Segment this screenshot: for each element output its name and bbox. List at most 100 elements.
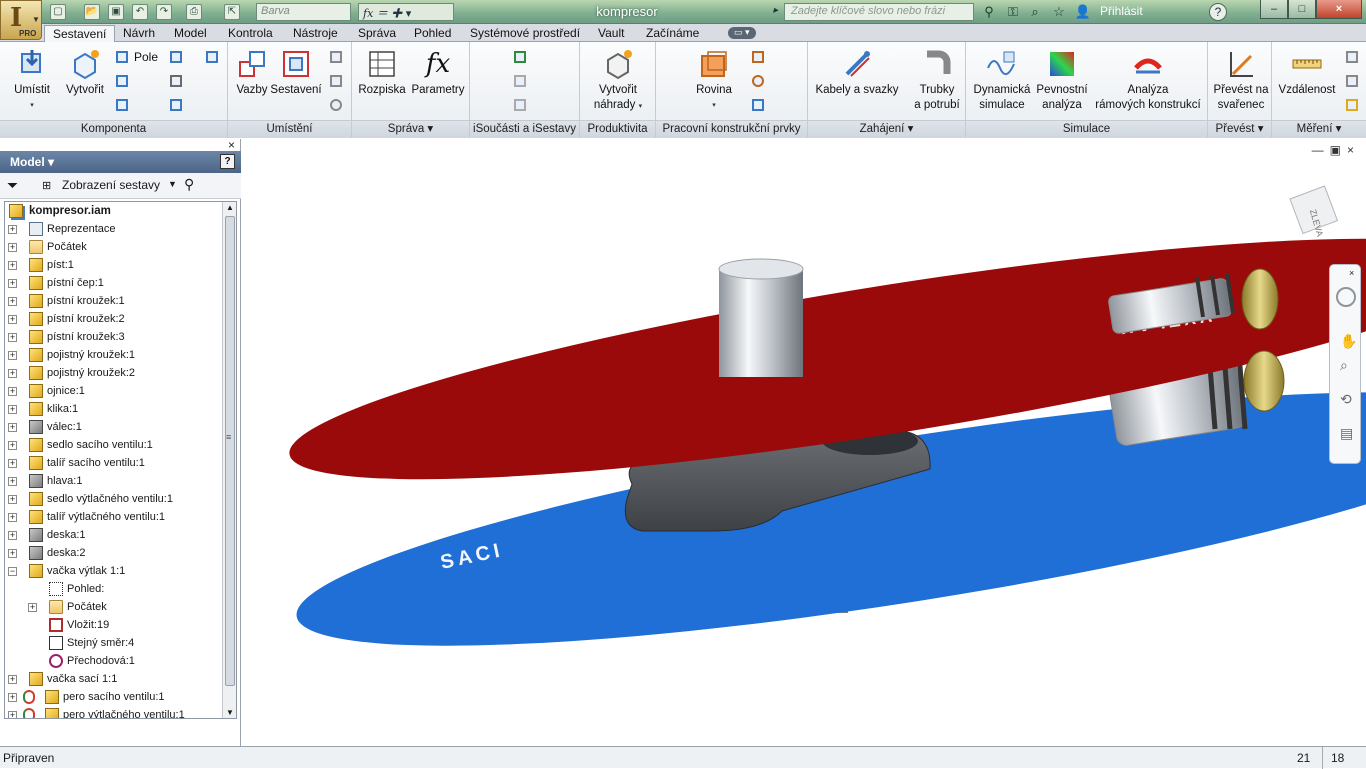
ucs-icon[interactable] [748,96,768,114]
convert-weldment-button[interactable]: Převést na svařenec [1210,48,1272,113]
frame-analysis-button[interactable]: Analýza rámových konstrukcí [1090,48,1206,113]
dynamic-simulation-button[interactable]: Dynamická simulace [970,48,1034,113]
panel-label-mereni[interactable]: Měření ▾ [1272,120,1366,138]
appearance-dropdown[interactable]: Barva [256,3,351,21]
maximize-button[interactable]: □ [1288,0,1316,19]
constrain-button[interactable]: Vazby [232,48,272,98]
scroll-down-icon[interactable]: ▼ [226,708,234,717]
tab-zaciname[interactable]: Začínáme [644,25,701,42]
parameters-button[interactable]: fx Parametry [408,48,468,98]
expand-icon[interactable]: + [8,333,17,342]
panel-label-zahajeni[interactable]: Zahájení ▾ [808,120,965,138]
tab-vault[interactable]: Vault [596,25,626,42]
expand-icon[interactable]: + [8,243,17,252]
ribbon-options-icon[interactable]: ▭ ▾ [728,27,756,39]
close-button[interactable]: × [1316,0,1362,19]
key-icon[interactable]: ⚿ [1004,3,1022,21]
expand-icon[interactable]: + [8,711,17,718]
expand-icon[interactable]: + [8,495,17,504]
open-icon[interactable]: 📂 [84,4,100,20]
expand-icon[interactable]: + [8,693,17,702]
panel-label-prevest[interactable]: Převést ▾ [1208,120,1271,138]
expand-icon[interactable]: + [8,513,17,522]
tab-nastroje[interactable]: Nástroje [291,25,340,42]
graphics-window[interactable]: —▣× SACI VYTLAK ZLEVA [242,139,1366,746]
tab-pohled[interactable]: Pohled [412,25,453,42]
help-icon[interactable]: ? [220,154,235,169]
chevron-down-icon[interactable]: ▼ [168,179,177,189]
plane-button[interactable]: Rovina ▾ [686,48,742,113]
work-axis-icon[interactable] [748,48,768,66]
expand-icon[interactable]: + [8,279,17,288]
valve-cap-upper[interactable] [1241,268,1279,330]
copy-icon[interactable] [112,96,132,114]
rotate-icon[interactable] [326,96,346,114]
tab-sprava[interactable]: Správa [356,25,398,42]
bom-button[interactable]: Rozpiska [356,48,408,98]
expand-icon[interactable]: + [8,459,17,468]
filter-icon[interactable]: ⏷ [7,177,18,194]
replace-icon[interactable] [166,72,186,90]
user-icon[interactable]: 👤 [1074,3,1092,21]
tab-navrh[interactable]: Návrh [121,25,157,42]
browser-header[interactable]: Model ▾ ? [0,151,241,173]
parameter-fx-box[interactable]: fx ＝ ✚ ▾ [358,3,454,21]
joint-icon[interactable] [326,48,346,66]
save-icon[interactable]: ▣ [108,4,124,20]
shrinkwrap-icon[interactable] [166,96,186,114]
navbar-close-icon[interactable]: × [1349,268,1354,278]
undo-icon[interactable]: ↶ [132,4,148,20]
redo-icon[interactable]: ↷ [156,4,172,20]
browser-close-icon[interactable]: × [228,138,235,152]
help-icon[interactable]: ? [1209,3,1227,21]
application-menu-button[interactable]: I ▼ PRO [0,0,42,40]
select-icon[interactable]: ⇱ [224,4,240,20]
model-3d-view[interactable]: SACI VYTLAK ZLEVA [242,139,1366,746]
distance-button[interactable]: Vzdálenost [1274,48,1340,98]
move-icon[interactable] [326,72,346,90]
expand-icon[interactable]: + [8,387,17,396]
stress-analysis-button[interactable]: Pevnostní analýza [1034,48,1090,113]
bolt-icon[interactable] [202,48,222,66]
cables-button[interactable]: Kabely a svazky [812,48,902,98]
mirror-icon[interactable] [112,72,132,90]
tube-pipe-button[interactable]: Trubky a potrubí [908,48,966,113]
panel-label-sprava[interactable]: Správa ▾ [352,120,469,138]
expand-icon[interactable]: + [8,675,17,684]
vertical-scrollbar[interactable]: ▲ ≡ ▼ [222,202,236,718]
expand-icon[interactable]: + [8,297,17,306]
ipart-create-icon[interactable] [510,48,530,66]
expand-icon[interactable]: + [8,441,17,450]
area-icon[interactable] [1342,96,1362,114]
pattern-icon[interactable] [112,48,132,66]
assembly-view-dropdown[interactable]: Zobrazení sestavy [62,178,160,192]
binoculars-icon[interactable]: ⚲ [184,176,194,193]
tab-kontrola[interactable]: Kontrola [226,25,275,42]
valve-cap-lower[interactable] [1243,350,1285,412]
scroll-thumb[interactable] [225,216,235,686]
scroll-up-icon[interactable]: ▲ [226,203,234,212]
signin-link[interactable]: Přihlásit [1100,4,1143,18]
binoculars-icon[interactable]: ⚲ [980,3,998,21]
expand-icon[interactable]: + [8,531,17,540]
grounded-icon[interactable] [166,48,186,66]
viewcube[interactable]: ZLEVA [1289,185,1340,240]
tab-model[interactable]: Model [172,25,209,42]
angle-icon[interactable] [1342,48,1362,66]
print-icon[interactable]: ⎙ [186,4,202,20]
tab-systemove-prostredi[interactable]: Systémové prostředí [468,25,582,42]
ipart-table-icon[interactable] [510,96,530,114]
loop-icon[interactable] [1342,72,1362,90]
minimize-button[interactable]: – [1260,0,1288,19]
zoom-icon[interactable]: ⌕ [1340,357,1348,374]
expand-icon[interactable]: + [8,405,17,414]
assemble-button[interactable]: Sestavení [270,48,322,98]
expand-icon[interactable]: + [8,369,17,378]
expand-icon[interactable]: + [8,549,17,558]
create-button[interactable]: Vytvořit [60,48,110,98]
look-at-icon[interactable]: ▤ [1340,425,1353,442]
expand-icon[interactable]: + [8,423,17,432]
substitute-button[interactable]: Vytvořit náhrady ▾ [586,48,650,114]
info-icon[interactable]: ⌕ [1026,3,1044,21]
ipart-edit-icon[interactable] [510,72,530,90]
